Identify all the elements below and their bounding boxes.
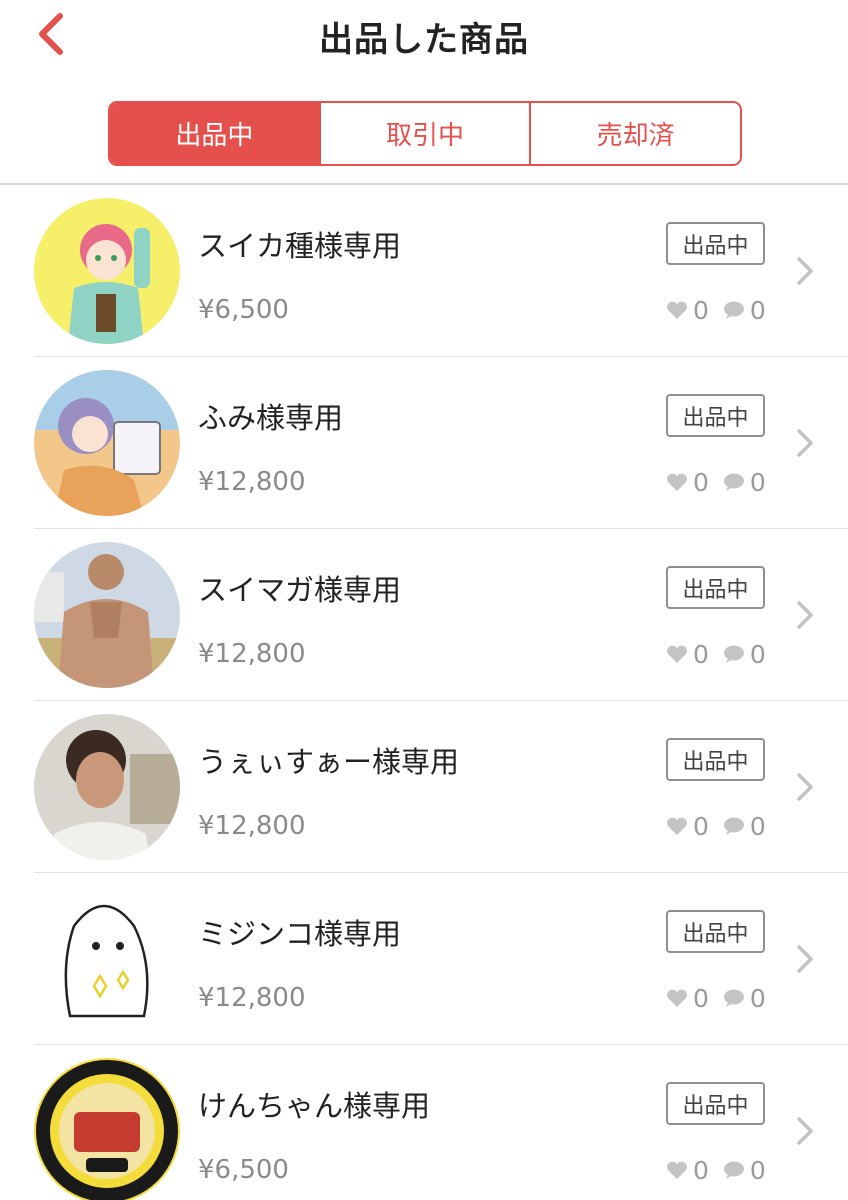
list-item[interactable]: けんちゃん様専用 ¥6,500 出品中 0 0 xyxy=(0,1045,848,1200)
item-thumbnail xyxy=(34,886,180,1032)
comment-count: 0 xyxy=(749,639,766,669)
comment-icon xyxy=(723,473,744,491)
comment-icon xyxy=(723,989,744,1007)
comment-count: 0 xyxy=(749,295,766,325)
tab-in-progress[interactable]: 取引中 xyxy=(318,103,530,164)
item-title: うぇぃすぁー様専用 xyxy=(198,745,460,779)
chevron-right-icon xyxy=(797,257,813,285)
chevron-right-icon xyxy=(797,945,813,973)
heart-icon xyxy=(667,1161,687,1179)
segmented-tabs: 出品中 取引中 売却済 xyxy=(108,101,742,166)
item-stats: 0 0 xyxy=(666,467,766,497)
comment-count: 0 xyxy=(749,467,766,497)
comment-icon xyxy=(723,645,744,663)
item-thumbnail xyxy=(34,542,180,688)
item-list: スイカ種様専用 ¥6,500 出品中 0 0 ふみ様専用 ¥12,800 出品中… xyxy=(0,185,848,1200)
comment-count: 0 xyxy=(749,983,766,1013)
item-thumbnail xyxy=(34,370,180,516)
item-title: ミジンコ様専用 xyxy=(198,917,402,951)
item-thumbnail xyxy=(34,1058,180,1200)
heart-icon xyxy=(667,473,687,491)
list-item[interactable]: スイマガ様専用 ¥12,800 出品中 0 0 xyxy=(0,529,848,701)
item-stats: 0 0 xyxy=(666,295,766,325)
heart-icon xyxy=(667,645,687,663)
like-count: 0 xyxy=(693,811,709,841)
comment-icon xyxy=(723,301,744,319)
item-price: ¥6,500 xyxy=(198,295,289,325)
item-stats: 0 0 xyxy=(666,1155,766,1185)
comment-icon xyxy=(723,1161,744,1179)
comment-count: 0 xyxy=(749,811,766,841)
item-title: スイカ種様専用 xyxy=(198,229,402,263)
like-count: 0 xyxy=(693,467,709,497)
item-title: スイマガ様専用 xyxy=(198,573,402,607)
item-stats: 0 0 xyxy=(666,639,766,669)
chevron-right-icon xyxy=(797,429,813,457)
item-title: けんちゃん様専用 xyxy=(198,1089,431,1123)
item-price: ¥12,800 xyxy=(198,983,306,1013)
app-header: 出品した商品 xyxy=(0,0,848,78)
list-item[interactable]: スイカ種様専用 ¥6,500 出品中 0 0 xyxy=(0,185,848,357)
chevron-right-icon xyxy=(797,1117,813,1145)
comment-icon xyxy=(723,817,744,835)
comment-count: 0 xyxy=(749,1155,766,1185)
status-badge: 出品中 xyxy=(666,910,765,953)
page-title: 出品した商品 xyxy=(319,20,529,60)
chevron-right-icon xyxy=(797,773,813,801)
like-count: 0 xyxy=(693,295,709,325)
item-price: ¥12,800 xyxy=(198,467,306,497)
status-badge: 出品中 xyxy=(666,1082,765,1125)
item-stats: 0 0 xyxy=(666,983,766,1013)
chevron-right-icon xyxy=(797,601,813,629)
like-count: 0 xyxy=(693,983,709,1013)
list-item[interactable]: ミジンコ様専用 ¥12,800 出品中 0 0 xyxy=(0,873,848,1045)
heart-icon xyxy=(667,989,687,1007)
list-item[interactable]: ふみ様専用 ¥12,800 出品中 0 0 xyxy=(0,357,848,529)
item-price: ¥6,500 xyxy=(198,1155,289,1185)
item-thumbnail xyxy=(34,714,180,860)
item-price: ¥12,800 xyxy=(198,639,306,669)
like-count: 0 xyxy=(693,1155,709,1185)
tab-listing[interactable]: 出品中 xyxy=(110,103,319,164)
status-badge: 出品中 xyxy=(666,566,765,609)
heart-icon xyxy=(667,817,687,835)
heart-icon xyxy=(667,301,687,319)
like-count: 0 xyxy=(693,639,709,669)
status-badge: 出品中 xyxy=(666,394,765,437)
status-badge: 出品中 xyxy=(666,738,765,781)
item-stats: 0 0 xyxy=(666,811,766,841)
item-price: ¥12,800 xyxy=(198,811,306,841)
status-badge: 出品中 xyxy=(666,222,765,265)
item-title: ふみ様専用 xyxy=(198,401,344,435)
item-thumbnail xyxy=(34,198,180,344)
tab-sold[interactable]: 売却済 xyxy=(529,103,740,164)
list-item[interactable]: うぇぃすぁー様専用 ¥12,800 出品中 0 0 xyxy=(0,701,848,873)
